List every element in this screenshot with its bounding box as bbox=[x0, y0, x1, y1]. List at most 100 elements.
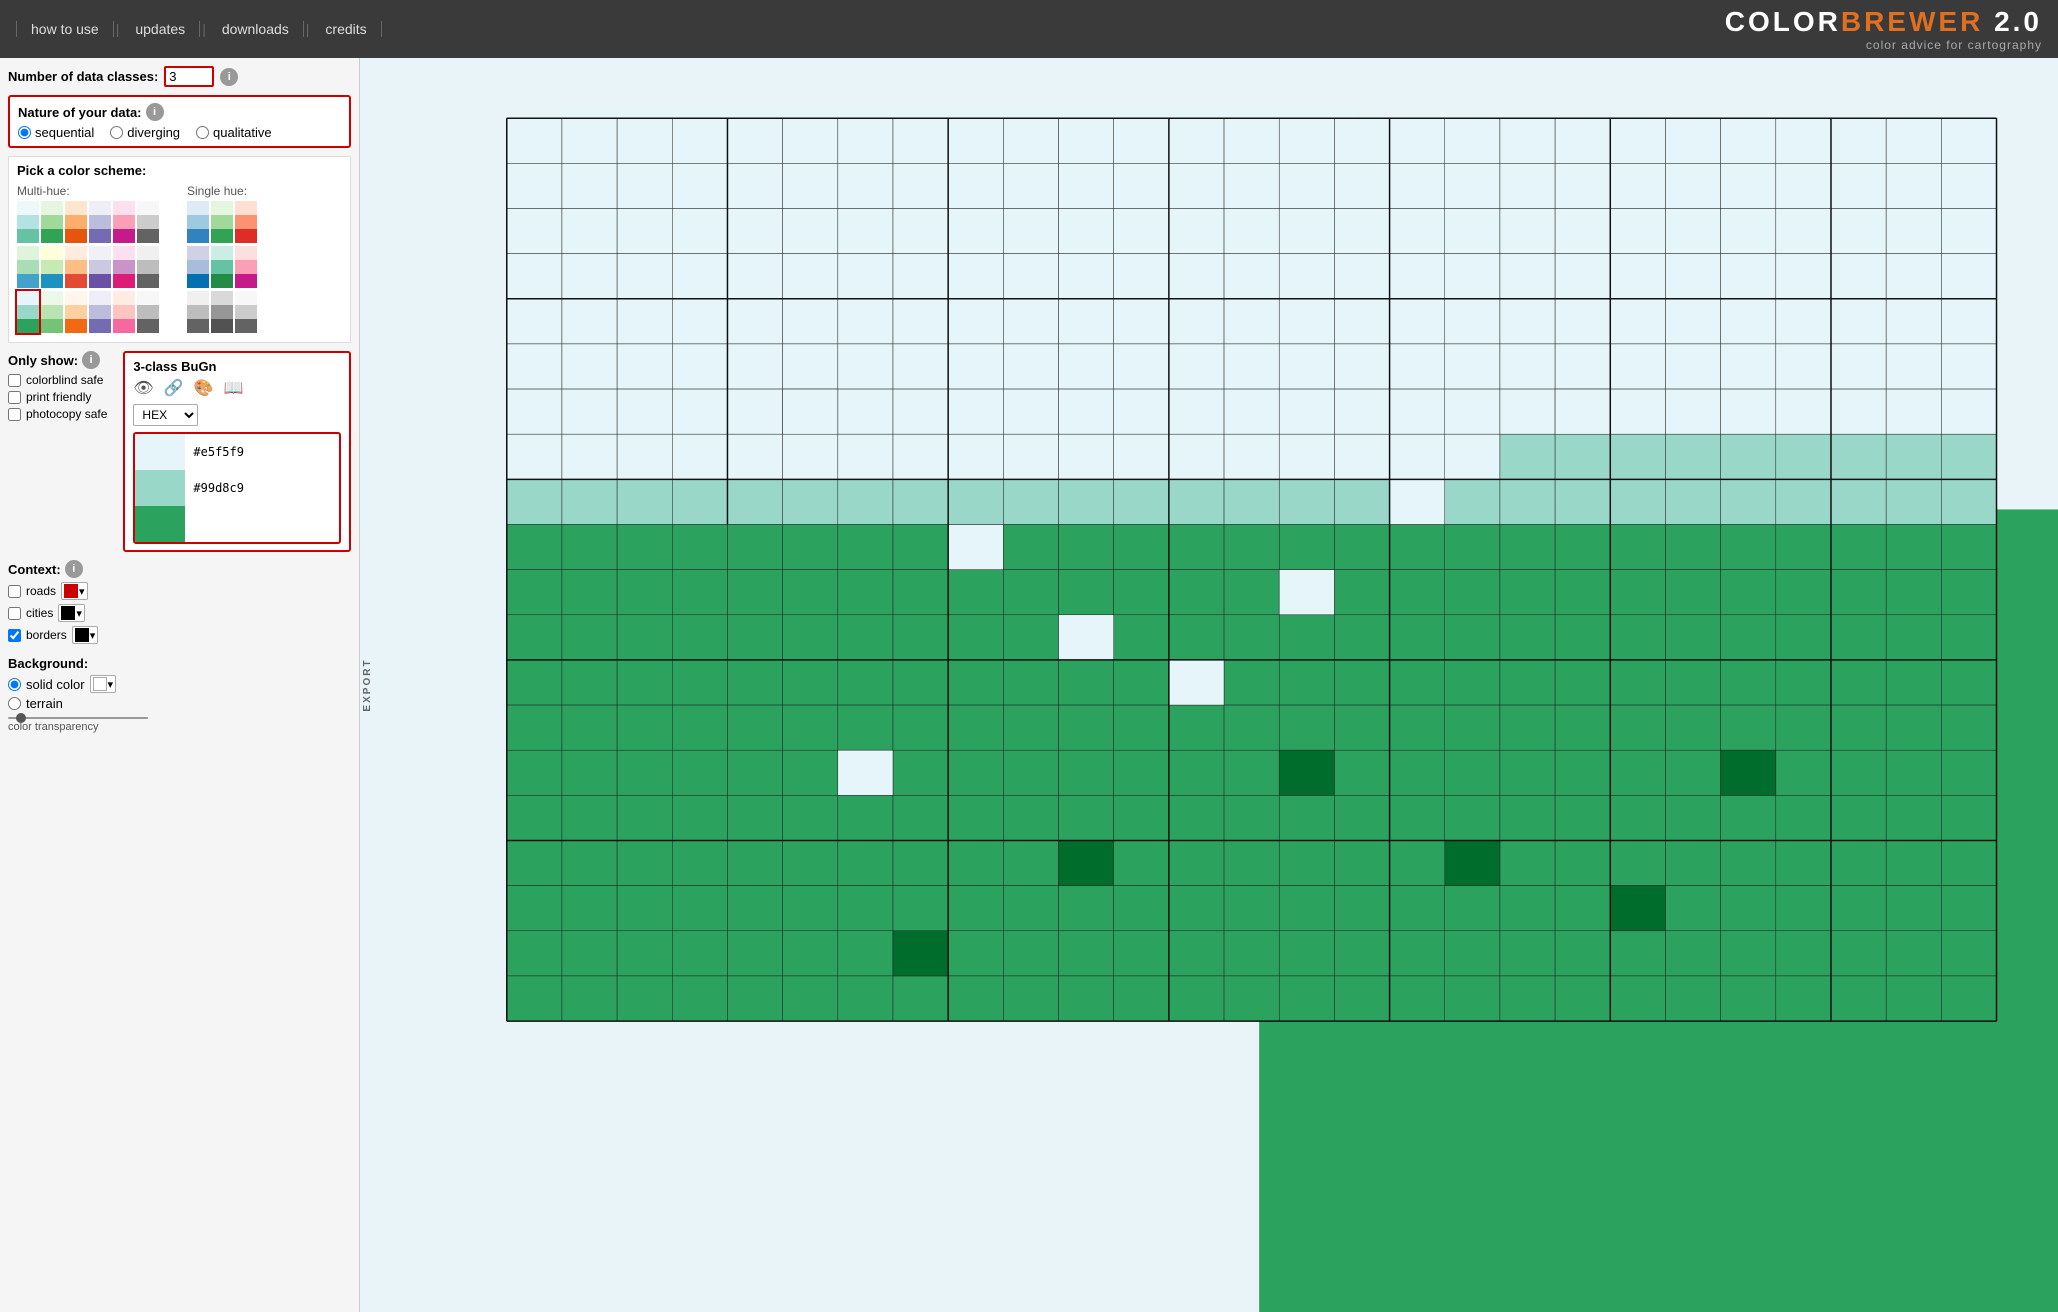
radio-qualitative[interactable]: qualitative bbox=[196, 125, 272, 140]
single-hue-scheme[interactable] bbox=[211, 291, 233, 333]
multi-hue-scheme[interactable] bbox=[137, 291, 159, 333]
brand: COLORBREWER 2.0 color advice for cartogr… bbox=[1725, 6, 2042, 52]
radio-qualitative-input[interactable] bbox=[196, 126, 209, 139]
multi-hue-scheme[interactable] bbox=[41, 246, 63, 288]
multi-hue-scheme[interactable] bbox=[65, 246, 87, 288]
color-cell bbox=[211, 319, 233, 333]
transparency-row: color transparency bbox=[8, 717, 351, 733]
cb-cities[interactable] bbox=[8, 607, 21, 620]
multi-hue-scheme[interactable] bbox=[65, 201, 87, 243]
single-hue-scheme[interactable] bbox=[235, 246, 257, 288]
color-cell bbox=[211, 305, 233, 319]
multi-hue-scheme[interactable] bbox=[41, 291, 63, 333]
only-show-title: Only show: i bbox=[8, 351, 107, 369]
bg-solid-radio[interactable] bbox=[8, 678, 21, 691]
color-cell bbox=[137, 260, 159, 274]
borders-color-dropdown[interactable]: ▾ bbox=[72, 626, 99, 644]
context-section: Context: i roads ▾ cities ▾ borders bbox=[8, 560, 351, 648]
only-show-section: Only show: i colorblind safe print frien… bbox=[8, 351, 107, 552]
only-show-info-icon[interactable]: i bbox=[82, 351, 100, 369]
color-cell bbox=[137, 229, 159, 243]
radio-sequential-input[interactable] bbox=[18, 126, 31, 139]
roads-color-dropdown[interactable]: ▾ bbox=[61, 582, 88, 600]
multi-hue-scheme[interactable] bbox=[89, 291, 111, 333]
cb-borders[interactable] bbox=[8, 629, 21, 642]
bg-terrain[interactable]: terrain bbox=[8, 696, 351, 711]
data-classes-info-icon[interactable]: i bbox=[220, 68, 238, 86]
multi-hue-scheme[interactable] bbox=[89, 201, 111, 243]
color-cell bbox=[187, 246, 209, 260]
color-scheme-title: Pick a color scheme: bbox=[17, 163, 342, 178]
radio-diverging[interactable]: diverging bbox=[110, 125, 180, 140]
single-hue-scheme[interactable] bbox=[187, 246, 209, 288]
export-icons: 👁 🔗 🎨 📖 bbox=[133, 378, 341, 398]
nav-downloads[interactable]: downloads bbox=[208, 21, 304, 37]
nav-how-to-use[interactable]: how to use bbox=[16, 21, 114, 37]
multi-hue-scheme[interactable] bbox=[65, 291, 87, 333]
us-map-group bbox=[507, 118, 1997, 1021]
context-info-icon[interactable]: i bbox=[65, 560, 83, 578]
cities-color-dropdown[interactable]: ▾ bbox=[58, 604, 85, 622]
export-eye-icon[interactable]: 👁 bbox=[133, 378, 153, 398]
background-title: Background: bbox=[8, 656, 351, 671]
color-cell bbox=[17, 215, 39, 229]
single-hue-scheme[interactable] bbox=[211, 201, 233, 243]
multi-hue-scheme[interactable] bbox=[89, 246, 111, 288]
cb-photocopy-input[interactable] bbox=[8, 408, 21, 421]
bg-terrain-radio[interactable] bbox=[8, 697, 21, 710]
multi-hue-scheme[interactable] bbox=[17, 291, 39, 333]
color-values: #e5f5f9 #99d8c9 #2ca25f bbox=[133, 432, 341, 544]
context-borders: borders ▾ bbox=[8, 626, 351, 644]
single-hue-scheme[interactable] bbox=[187, 291, 209, 333]
multi-hue-label: Multi-hue: bbox=[17, 184, 159, 198]
data-classes-input[interactable] bbox=[164, 66, 214, 87]
multi-hue-scheme[interactable] bbox=[17, 246, 39, 288]
nav-updates[interactable]: updates bbox=[121, 21, 200, 37]
color-cell bbox=[41, 215, 63, 229]
multi-hue-scheme[interactable] bbox=[41, 201, 63, 243]
color-cell bbox=[137, 215, 159, 229]
cb-roads[interactable] bbox=[8, 585, 21, 598]
single-hue-scheme[interactable] bbox=[235, 291, 257, 333]
color-cell bbox=[89, 260, 111, 274]
single-hue-scheme[interactable] bbox=[235, 201, 257, 243]
radio-sequential[interactable]: sequential bbox=[18, 125, 94, 140]
cb-colorblind[interactable]: colorblind safe bbox=[8, 373, 107, 387]
color-cell bbox=[41, 246, 63, 260]
multi-hue-scheme[interactable] bbox=[113, 201, 135, 243]
cb-photocopy[interactable]: photocopy safe bbox=[8, 407, 107, 421]
nature-info-icon[interactable]: i bbox=[146, 103, 164, 121]
export-link-icon[interactable]: 🔗 bbox=[164, 378, 184, 398]
navigation: how to use | updates | downloads | credi… bbox=[16, 21, 382, 37]
export-book-icon[interactable]: 📖 bbox=[224, 378, 244, 398]
background-section: Background: solid color ▾ terrain bbox=[8, 656, 351, 733]
export-palette-icon[interactable]: 🎨 bbox=[194, 378, 214, 398]
single-hue-scheme[interactable] bbox=[187, 201, 209, 243]
multi-hue-scheme[interactable] bbox=[137, 246, 159, 288]
color-cell bbox=[17, 319, 39, 333]
format-select-row: HEX RGB CMYK bbox=[133, 404, 341, 426]
multi-hue-scheme[interactable] bbox=[113, 291, 135, 333]
multi-hue-scheme[interactable] bbox=[137, 201, 159, 243]
single-hue-scheme[interactable] bbox=[211, 246, 233, 288]
nav-credits[interactable]: credits bbox=[311, 21, 381, 37]
roads-color-box bbox=[64, 584, 78, 598]
transparency-slider-handle[interactable] bbox=[16, 713, 26, 723]
sidebar: Number of data classes: i Nature of your… bbox=[0, 58, 360, 1312]
borders-color-box bbox=[75, 628, 89, 642]
cb-print[interactable]: print friendly bbox=[8, 390, 107, 404]
multi-hue-scheme[interactable] bbox=[17, 201, 39, 243]
color-cell bbox=[65, 260, 87, 274]
color-cell bbox=[17, 291, 39, 305]
color-cell bbox=[211, 260, 233, 274]
color-cell bbox=[65, 229, 87, 243]
multi-hue-scheme[interactable] bbox=[113, 246, 135, 288]
cb-print-input[interactable] bbox=[8, 391, 21, 404]
bg-solid-color[interactable]: solid color ▾ bbox=[8, 675, 351, 693]
format-select[interactable]: HEX RGB CMYK bbox=[133, 404, 198, 426]
cb-colorblind-input[interactable] bbox=[8, 374, 21, 387]
transparency-slider-track[interactable] bbox=[8, 717, 148, 719]
radio-diverging-input[interactable] bbox=[110, 126, 123, 139]
color-cell bbox=[89, 229, 111, 243]
bg-color-dropdown[interactable]: ▾ bbox=[90, 675, 117, 693]
